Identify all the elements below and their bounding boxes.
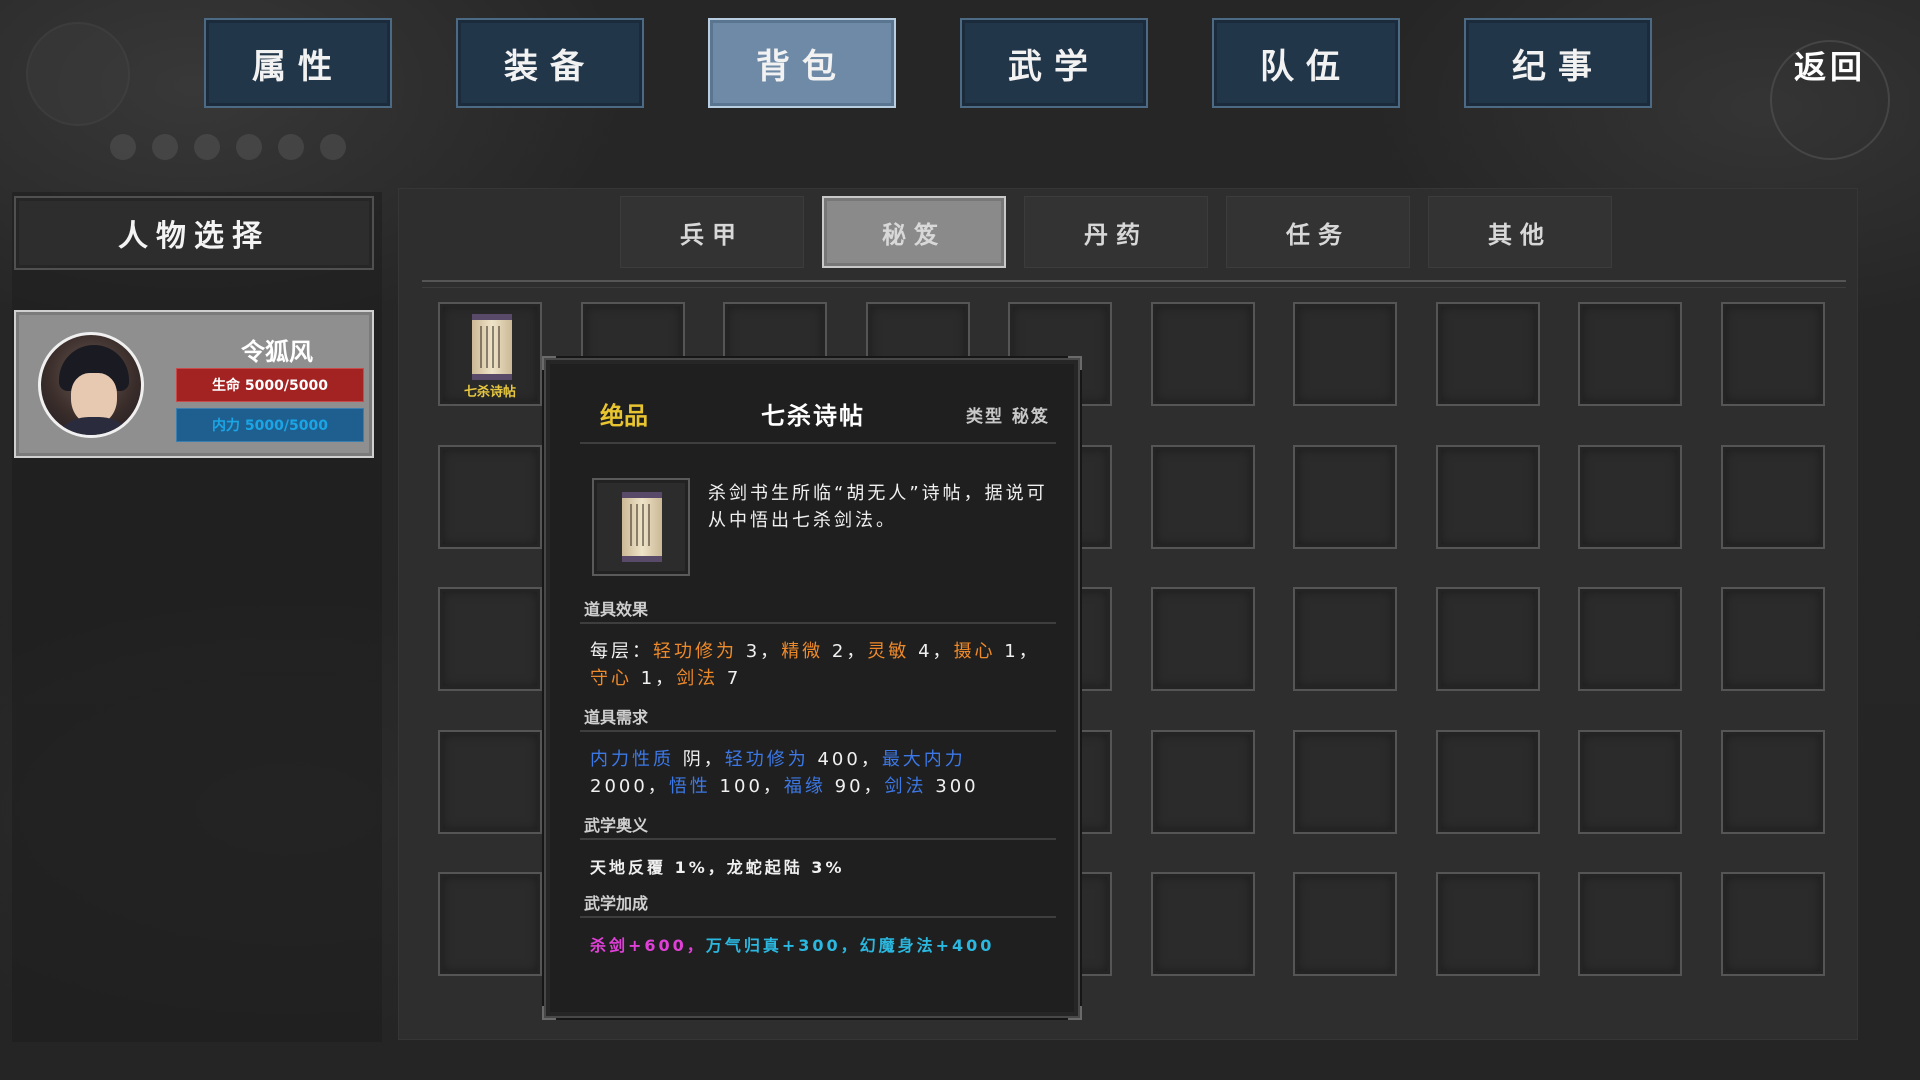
inventory-slot[interactable] — [1578, 587, 1682, 691]
inventory-slot[interactable]: 七杀诗帖 — [438, 302, 542, 406]
inventory-slot[interactable] — [438, 729, 542, 834]
character-name: 令狐风 — [241, 337, 313, 366]
subtab-quest[interactable]: 任务 — [1226, 196, 1410, 268]
inventory-slot[interactable] — [438, 444, 542, 549]
inventory-slot[interactable] — [1720, 302, 1825, 406]
item-rarity: 绝品 — [600, 401, 648, 430]
subtab-pills[interactable]: 丹药 — [1024, 196, 1208, 268]
inventory-slot[interactable] — [1293, 302, 1397, 406]
requirement-text: 内力性质 阴，轻功修为 400，最大内力 2000，悟性 100，福缘 90，剑… — [590, 749, 979, 797]
subtab-other[interactable]: 其他 — [1428, 196, 1612, 268]
inventory-slot[interactable] — [1150, 302, 1255, 406]
background-status-icons — [110, 134, 346, 160]
bonus-text: 杀剑+600，万气归真+300，幻魔身法+400 — [590, 936, 995, 955]
inventory-slot[interactable] — [1435, 872, 1540, 976]
inventory-slot[interactable] — [1578, 444, 1682, 549]
divider — [580, 442, 1056, 444]
tab-chronicle[interactable]: 纪事 — [1464, 18, 1652, 108]
tab-attributes[interactable]: 属性 — [204, 18, 392, 108]
background-portrait — [26, 22, 130, 126]
effect-title: 道具效果 — [584, 600, 649, 619]
arcana-title: 武学奥义 — [584, 816, 649, 835]
scroll-icon — [622, 492, 662, 562]
divider — [580, 622, 1056, 624]
inventory-slot[interactable] — [1150, 872, 1255, 976]
inventory-slot[interactable] — [438, 872, 542, 976]
inventory-slot[interactable] — [1578, 729, 1682, 834]
inventory-slot[interactable] — [1720, 872, 1825, 976]
inventory-slot[interactable] — [1435, 444, 1540, 549]
avatar — [38, 332, 144, 438]
hp-bar: 生命 5000/5000 — [176, 368, 364, 402]
inventory-slot[interactable] — [438, 587, 542, 691]
inventory-slot[interactable] — [1435, 302, 1540, 406]
mp-bar: 内力 5000/5000 — [176, 408, 364, 442]
item-icon-frame — [592, 478, 690, 576]
inventory-slot[interactable] — [1720, 587, 1825, 691]
inventory-slot[interactable] — [1150, 729, 1255, 834]
inventory-slot[interactable] — [1720, 444, 1825, 549]
inventory-slot[interactable] — [1150, 587, 1255, 691]
scroll-icon — [472, 314, 512, 380]
character-select-title: 人物选择 — [14, 196, 374, 270]
inventory-slot[interactable] — [1435, 587, 1540, 691]
inventory-slot[interactable] — [1150, 444, 1255, 549]
back-button[interactable]: 返回 — [1760, 22, 1900, 110]
character-card[interactable]: 令狐风 生命 5000/5000 内力 5000/5000 — [14, 310, 374, 458]
inventory-slot[interactable] — [1293, 444, 1397, 549]
inventory-slot[interactable] — [1578, 872, 1682, 976]
subtab-manuals[interactable]: 秘笈 — [822, 196, 1006, 268]
divider — [580, 916, 1056, 918]
requirement-title: 道具需求 — [584, 708, 649, 727]
divider — [422, 280, 1846, 288]
arcana-text: 天地反覆 1%，龙蛇起陆 3% — [590, 858, 845, 877]
tab-martial-arts[interactable]: 武学 — [960, 18, 1148, 108]
tab-equipment[interactable]: 装备 — [456, 18, 644, 108]
bonus-title: 武学加成 — [584, 894, 649, 913]
item-name: 七杀诗帖 — [761, 401, 865, 430]
inventory-slot[interactable] — [1435, 729, 1540, 834]
divider — [580, 730, 1056, 732]
inventory-slot[interactable] — [1293, 587, 1397, 691]
inventory-slot[interactable] — [1293, 729, 1397, 834]
item-description: 杀剑书生所临“胡无人”诗帖，据说可从中悟出七杀剑法。 — [708, 483, 1048, 531]
item-type: 类型 秘笈 — [966, 407, 1050, 427]
inventory-slot[interactable] — [1293, 872, 1397, 976]
item-tooltip: 绝品 七杀诗帖 类型 秘笈 杀剑书生所临“胡无人”诗帖，据说可从中悟出七杀剑法。… — [542, 356, 1082, 1020]
tab-inventory[interactable]: 背包 — [708, 18, 896, 108]
subtab-armory[interactable]: 兵甲 — [620, 196, 804, 268]
inventory-slot[interactable] — [1720, 729, 1825, 834]
divider — [580, 838, 1056, 840]
effect-text: 每层：轻功修为 3，精微 2，灵敏 4，摄心 1，守心 1，剑法 7 — [590, 641, 1040, 689]
tab-party[interactable]: 队伍 — [1212, 18, 1400, 108]
slot-item-label: 七杀诗帖 — [463, 385, 516, 400]
inventory-slot[interactable] — [1578, 302, 1682, 406]
